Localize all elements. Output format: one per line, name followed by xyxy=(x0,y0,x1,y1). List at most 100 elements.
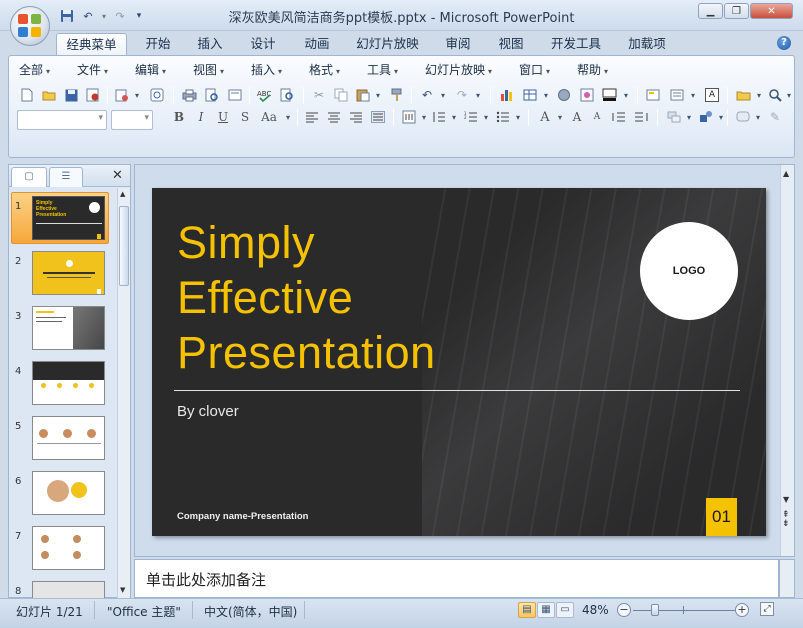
grow-font-button[interactable]: A xyxy=(567,107,587,127)
outline-tab[interactable]: ☰ xyxy=(49,167,83,187)
change-case-button[interactable]: Aa xyxy=(258,107,280,127)
bullets-icon[interactable] xyxy=(493,107,513,127)
spelling-icon[interactable]: ABC xyxy=(255,85,275,105)
print-icon[interactable] xyxy=(179,85,199,105)
close-button[interactable]: ✕ xyxy=(750,3,793,19)
office-button[interactable] xyxy=(10,6,50,46)
logo-placeholder[interactable]: LOGO xyxy=(640,222,738,320)
menu-edit[interactable]: 编辑 ▾ xyxy=(135,61,166,78)
slide-thumbnail-4[interactable] xyxy=(32,361,105,405)
chevron-down-icon[interactable]: ▾ xyxy=(751,107,765,127)
slide-byline[interactable]: By clover xyxy=(177,403,239,420)
scrollbar-thumb[interactable] xyxy=(119,206,129,286)
send-mail-icon[interactable] xyxy=(112,85,132,105)
italic-button[interactable]: I xyxy=(191,107,211,127)
undo-icon[interactable]: ↶ xyxy=(417,85,437,105)
zoom-out-icon[interactable]: − xyxy=(617,603,631,617)
align-center-icon[interactable] xyxy=(324,107,344,127)
shape-outline-icon[interactable]: ✎ xyxy=(765,107,785,127)
menu-insert[interactable]: 插入 ▾ xyxy=(251,61,282,78)
menu-view[interactable]: 视图 ▾ xyxy=(193,61,224,78)
menu-help[interactable]: 帮助 ▾ xyxy=(577,61,608,78)
numbering-icon[interactable]: 12 xyxy=(461,107,481,127)
language-indicator[interactable]: 中文(简体，中国) xyxy=(204,603,297,620)
insert-table-icon[interactable] xyxy=(520,85,540,105)
slide-title-line-2[interactable]: Effective xyxy=(177,271,537,325)
thumbnail-scrollbar[interactable]: ▲ ▼ xyxy=(117,188,130,598)
scroll-up-icon[interactable]: ▲ xyxy=(783,169,789,178)
open-folder-icon[interactable] xyxy=(733,85,753,105)
research-icon[interactable] xyxy=(277,85,297,105)
open-folder-icon[interactable] xyxy=(39,85,59,105)
company-name[interactable]: Company name-Presentation xyxy=(177,511,308,522)
insert-picture-icon[interactable] xyxy=(577,85,597,105)
notes-scrollbar[interactable] xyxy=(779,559,795,598)
help-icon[interactable]: ? xyxy=(777,36,791,50)
tab-developer[interactable]: 开发工具 xyxy=(544,33,608,55)
paste-icon[interactable] xyxy=(353,85,373,105)
text-direction-icon[interactable] xyxy=(399,107,419,127)
permission-icon[interactable] xyxy=(83,85,103,105)
chevron-down-icon[interactable]: ▾ xyxy=(714,107,728,127)
decrease-indent-icon[interactable] xyxy=(609,107,629,127)
menu-format[interactable]: 格式 ▾ xyxy=(309,61,340,78)
tab-home[interactable]: 开始 xyxy=(138,33,178,55)
chevron-down-icon[interactable]: ▾ xyxy=(479,107,493,127)
chevron-down-icon[interactable]: ▾ xyxy=(511,107,525,127)
tab-addins[interactable]: 加载项 xyxy=(621,33,673,55)
slide-thumbnail-6[interactable] xyxy=(32,471,105,515)
tab-design[interactable]: 设计 xyxy=(243,33,283,55)
zoom-level[interactable]: 48% xyxy=(582,603,609,617)
chevron-down-icon[interactable]: ▾ xyxy=(436,85,450,105)
print-preview-icon[interactable] xyxy=(202,85,222,105)
scroll-up-icon[interactable]: ▲ xyxy=(120,190,125,198)
new-slide-icon[interactable] xyxy=(643,85,663,105)
insert-clipart-icon[interactable] xyxy=(554,85,574,105)
menu-tools[interactable]: 工具 ▾ xyxy=(367,61,398,78)
cut-icon[interactable]: ✂ xyxy=(309,85,329,105)
justify-icon[interactable] xyxy=(368,107,388,127)
slide-canvas[interactable]: Simply Effective Presentation LOGO By cl… xyxy=(152,188,766,536)
insert-chart-icon[interactable] xyxy=(497,85,517,105)
tab-insert[interactable]: 插入 xyxy=(190,33,230,55)
slide-thumbnail-2[interactable] xyxy=(32,251,105,295)
chevron-down-icon[interactable]: ▾ xyxy=(447,107,461,127)
chevron-down-icon[interactable]: ▾ xyxy=(130,85,144,105)
fit-to-window-icon[interactable]: ⤢ xyxy=(760,602,774,616)
align-right-icon[interactable] xyxy=(346,107,366,127)
maximize-button[interactable]: ❐ xyxy=(724,3,749,19)
tab-view[interactable]: 视图 xyxy=(491,33,531,55)
minimize-button[interactable]: ▁ xyxy=(698,3,723,19)
slide-thumbnail-5[interactable] xyxy=(32,416,105,460)
fill-color-icon[interactable] xyxy=(600,85,620,105)
menu-slideshow[interactable]: 幻灯片放映 ▾ xyxy=(425,61,492,78)
slide-title-line-1[interactable]: Simply xyxy=(177,216,537,270)
zoom-slider-handle[interactable] xyxy=(651,604,659,616)
prev-next-slide-icon[interactable]: ⇞ ⇟ xyxy=(782,511,790,529)
align-left-icon[interactable] xyxy=(302,107,322,127)
slides-tab[interactable]: ▢ xyxy=(11,167,47,187)
chevron-down-icon[interactable]: ▾ xyxy=(471,85,485,105)
slide-thumbnail-1[interactable]: Simply Effective Presentation xyxy=(32,196,105,240)
chevron-down-icon[interactable]: ▾ xyxy=(782,85,796,105)
line-spacing-icon[interactable] xyxy=(429,107,449,127)
arrange-icon[interactable] xyxy=(664,107,684,127)
format-painter-icon[interactable] xyxy=(387,85,407,105)
new-document-icon[interactable] xyxy=(17,85,37,105)
increase-indent-icon[interactable] xyxy=(631,107,651,127)
scroll-down-icon[interactable]: ▼ xyxy=(783,495,789,504)
page-setup-icon[interactable] xyxy=(225,85,245,105)
shrink-font-button[interactable]: A xyxy=(587,107,607,127)
slide-title-line-3[interactable]: Presentation xyxy=(177,326,537,380)
chevron-down-icon[interactable]: ▾ xyxy=(371,85,385,105)
slide-thumbnail-7[interactable] xyxy=(32,526,105,570)
copy-icon[interactable] xyxy=(331,85,351,105)
menu-file[interactable]: 文件 ▾ xyxy=(77,61,108,78)
editor-scrollbar[interactable]: ▲ ▼ ⇞ ⇟ xyxy=(780,165,794,556)
slide-sorter-button[interactable]: ▦ xyxy=(537,602,555,618)
slideshow-button[interactable]: ▭ xyxy=(556,602,574,618)
close-icon[interactable]: ✕ xyxy=(112,168,123,183)
chevron-down-icon[interactable]: ▾ xyxy=(619,85,633,105)
zoom-slider-track[interactable] xyxy=(633,610,741,611)
page-number-badge[interactable]: 01 xyxy=(706,498,737,536)
